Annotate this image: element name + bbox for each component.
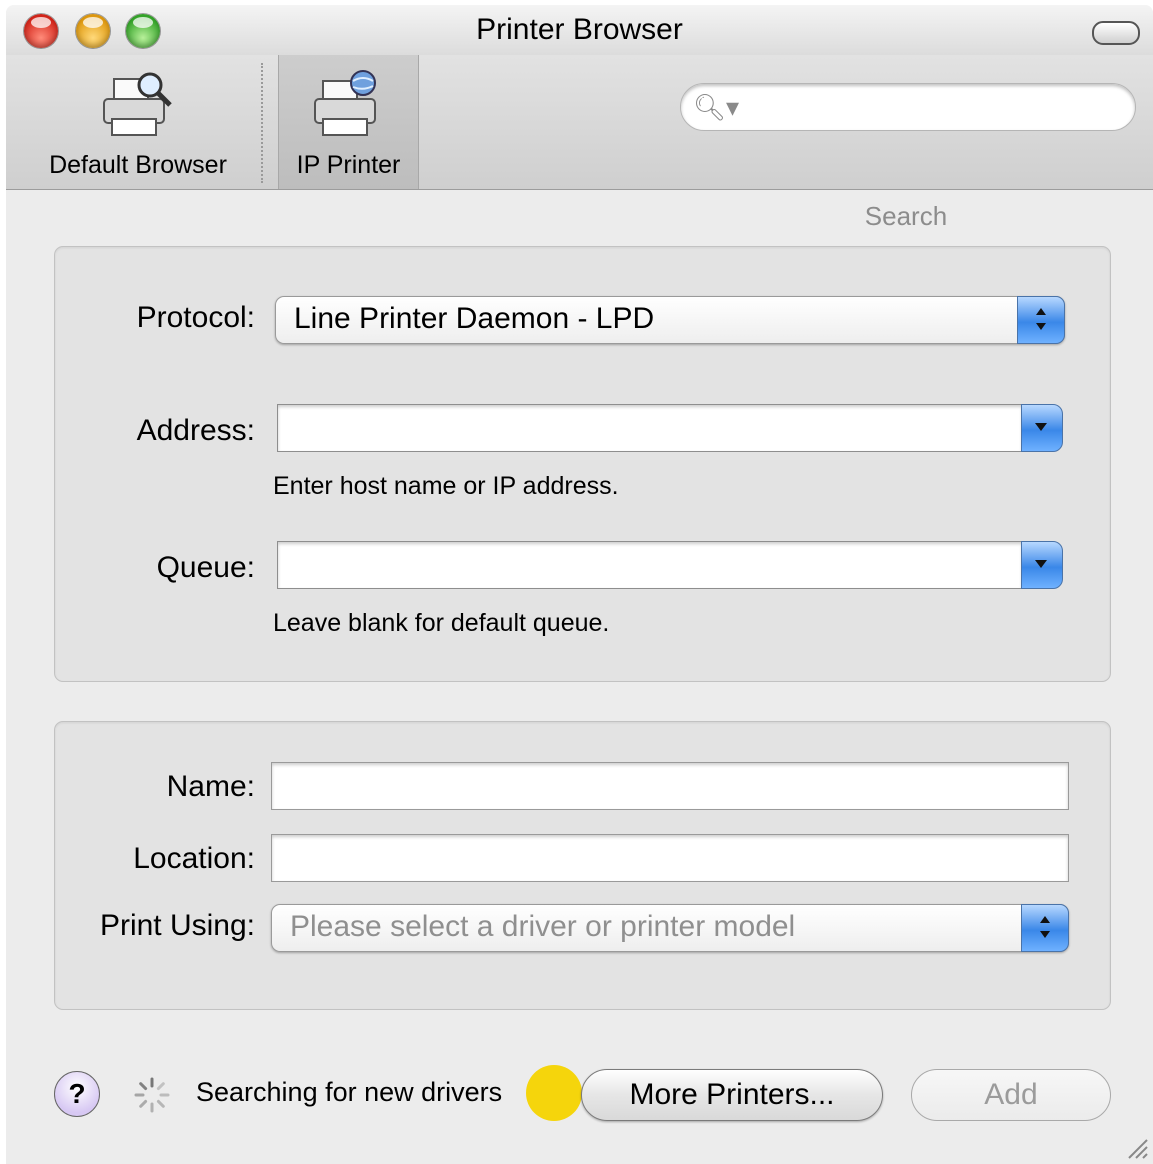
popup-arrows-icon [1017, 296, 1065, 344]
protocol-popup[interactable]: Line Printer Daemon - LPD [275, 296, 1065, 344]
more-printers-button[interactable]: More Printers... [581, 1069, 883, 1121]
progress-spinner-icon [134, 1077, 170, 1113]
search-label: Search [864, 201, 948, 231]
cursor-highlight [526, 1065, 582, 1121]
status-text: Searching for new drivers [196, 1077, 503, 1107]
toolbar-ip-printer-label: IP Printer [296, 151, 401, 179]
title-bar: Printer Browser [6, 5, 1153, 55]
queue-combo[interactable] [277, 541, 1063, 589]
printer-globe-icon [314, 70, 376, 136]
queue-label: Queue: [156, 551, 255, 584]
printer-browser-window: Printer Browser Default Browser IP Print… [6, 5, 1153, 1164]
toolbar-default-browser[interactable]: Default Browser [20, 55, 256, 189]
toolbar-toggle-button[interactable] [1092, 21, 1140, 45]
printer-magnifier-icon [103, 72, 172, 136]
popup-arrows-icon [1021, 904, 1069, 952]
toolbar-ip-printer[interactable]: IP Printer [278, 55, 419, 189]
print-using-label: Print Using: [99, 909, 255, 942]
queue-dropdown-button[interactable] [1021, 541, 1063, 589]
queue-input[interactable] [277, 541, 1023, 589]
location-field[interactable] [271, 834, 1069, 882]
resize-grip-icon[interactable] [1123, 1134, 1149, 1160]
search-field[interactable]: 🔍︎▾ [680, 83, 1136, 131]
address-dropdown-button[interactable] [1021, 404, 1063, 452]
print-using-value: Please select a driver or printer model [290, 910, 796, 943]
protocol-label: Protocol: [136, 301, 255, 334]
queue-hint: Leave blank for default queue. [273, 609, 610, 637]
toolbar-default-browser-label: Default Browser [49, 151, 227, 179]
print-using-popup[interactable]: Please select a driver or printer model [271, 904, 1069, 952]
printer-info-group: Name: Location: Print Using: Please sele… [54, 721, 1111, 1010]
window-title: Printer Browser [476, 13, 683, 46]
address-hint: Enter host name or IP address. [273, 472, 619, 500]
search-icon: 🔍︎▾ [693, 92, 740, 122]
address-combo[interactable] [277, 404, 1063, 452]
location-label: Location: [133, 842, 255, 875]
chevron-down-icon [1035, 423, 1047, 431]
toolbar-separator [261, 63, 263, 183]
help-button[interactable]: ? [54, 1071, 100, 1117]
name-label: Name: [166, 770, 255, 803]
toolbar: Default Browser IP Printer 🔍︎▾ Search [6, 55, 1153, 231]
add-button[interactable]: Add [911, 1069, 1111, 1121]
chevron-down-icon [1035, 560, 1047, 568]
address-input[interactable] [277, 404, 1023, 452]
ip-settings-group: Protocol: Line Printer Daemon - LPD Addr… [54, 246, 1111, 682]
protocol-value: Line Printer Daemon - LPD [294, 302, 655, 335]
name-field[interactable] [271, 762, 1069, 810]
address-label: Address: [136, 414, 255, 447]
